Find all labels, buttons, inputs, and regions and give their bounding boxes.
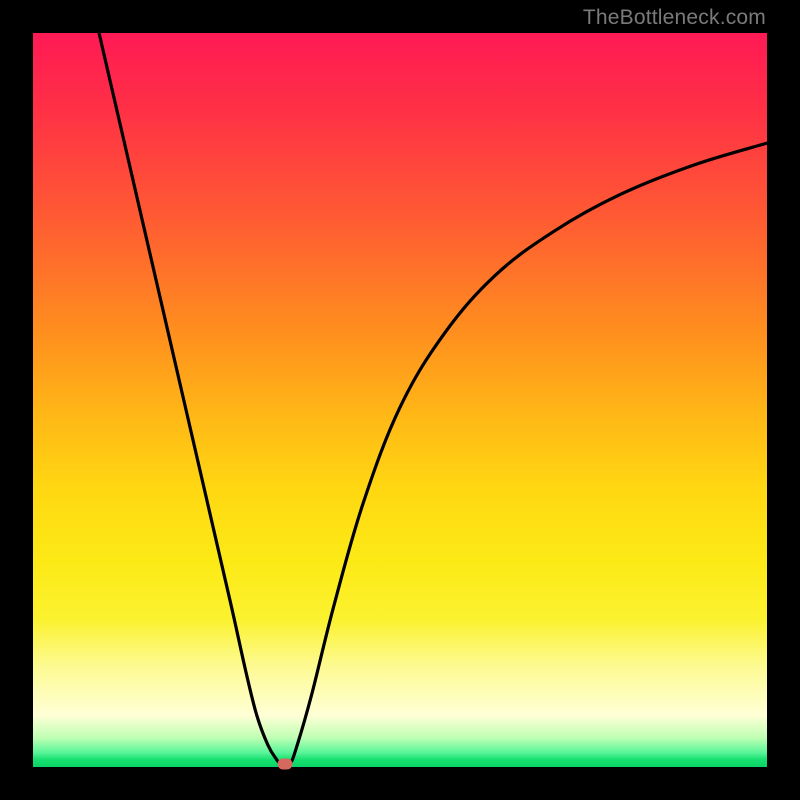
watermark-text: TheBottleneck.com	[583, 6, 766, 30]
chart-frame: TheBottleneck.com	[0, 0, 800, 800]
plot-area	[33, 33, 767, 767]
optimum-marker	[277, 759, 292, 770]
bottleneck-curve	[33, 33, 767, 767]
